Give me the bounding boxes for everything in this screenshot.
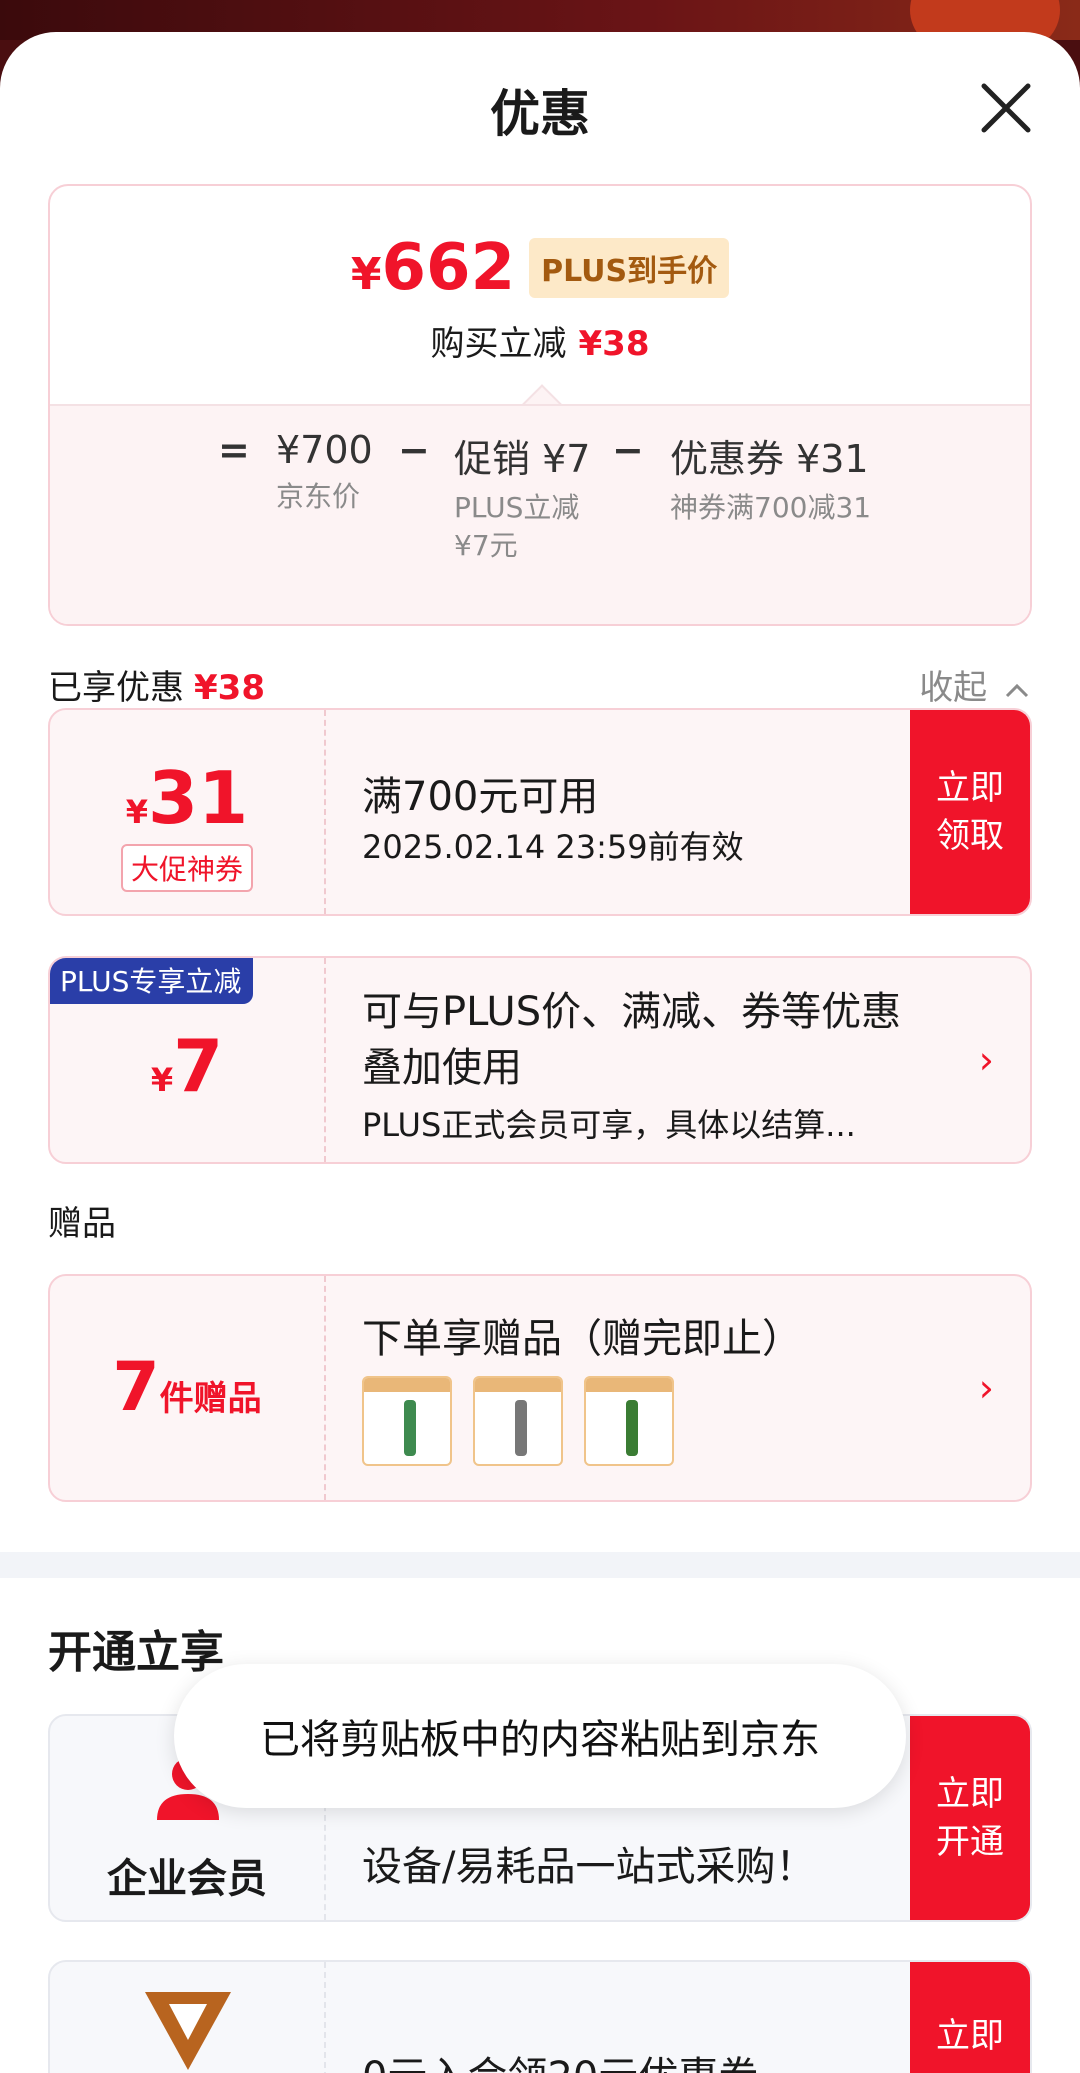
join-vip-button[interactable]: 立即 [910, 1962, 1030, 2073]
enjoyed-discount: 已享优惠 ¥38 [48, 668, 265, 708]
vip-logo-icon [145, 1992, 231, 2070]
price-summary-card: ¥662 PLUS到手价 购买立减 ¥38 = ¥700 京东价 − 促销 ¥7 … [48, 184, 1032, 626]
collapse-toggle[interactable]: 收起 [919, 660, 1030, 709]
plus-discount-card[interactable]: PLUS专享立减 ¥7 可与PLUS价、满减、券等优惠 叠加使用 PLUS正式会… [48, 956, 1032, 1164]
promo-discount: 促销 ¥7 PLUS立减 ¥7元 [454, 437, 591, 562]
plus-discount-amount: ¥7 [150, 1024, 224, 1108]
minus-sign: − [612, 428, 644, 472]
close-icon[interactable] [978, 80, 1034, 136]
chevron-up-icon [1005, 683, 1029, 698]
price-breakdown: = ¥700 京东价 − 促销 ¥7 PLUS立减 ¥7元 − 优惠券 ¥31 … [50, 404, 1030, 624]
coupon-type-tag: 大促神券 [120, 844, 253, 892]
coupon-amount: ¥31 [125, 756, 249, 840]
coupon-condition: 满700元可用 [362, 774, 599, 820]
reduce-row: 购买立减 ¥38 [430, 324, 650, 364]
gift-thumbnail [473, 1376, 564, 1466]
minus-sign: − [398, 428, 430, 472]
discount-sheet: 优惠 ¥662 PLUS到手价 购买立减 ¥38 = ¥700 京东价 − 促销 … [0, 32, 1080, 2073]
open-section-title: 开通立享 [48, 1627, 224, 1678]
gifts-card[interactable]: 7件赠品 下单享赠品（赠完即止） › [48, 1274, 1032, 1502]
plus-price-tag: PLUS到手价 [529, 238, 730, 298]
gift-thumbnail [584, 1376, 675, 1466]
coupon-expiry: 2025.02.14 23:59前有效 [362, 828, 744, 866]
vip-member-card: 0元入会领20元优惠券 立即 [48, 1960, 1032, 2073]
enterprise-label: 企业会员 [107, 1856, 267, 1902]
plus-discount-desc: PLUS正式会员可享，具体以结算... [362, 1106, 856, 1144]
chevron-right-icon: › [978, 1038, 994, 1082]
coupon-discount: 优惠券 ¥31 神券满700减31 [670, 437, 872, 524]
gift-thumbnail [362, 1376, 452, 1466]
plus-discount-title: 可与PLUS价、满减、券等优惠 叠加使用 [362, 989, 902, 1091]
vip-desc: 0元入会领20元优惠券 [362, 2044, 758, 2073]
gifts-section-label: 赠品 [48, 1204, 116, 1244]
claim-coupon-button[interactable]: 立即 领取 [910, 710, 1030, 914]
gifts-title: 下单享赠品（赠完即止） [362, 1316, 802, 1362]
section-divider [0, 1552, 1080, 1578]
coupon-card: ¥31 大促神券 满700元可用 2025.02.14 23:59前有效 立即领… [48, 708, 1032, 916]
chevron-right-icon: › [978, 1366, 994, 1410]
plus-exclusive-badge: PLUS专享立减 [50, 958, 254, 1004]
enterprise-desc: 设备/易耗品一站式采购！ [362, 1844, 816, 1890]
open-membership-button[interactable]: 立即 开通 [910, 1716, 1030, 1920]
equals-sign: = [218, 428, 250, 472]
sheet-title: 优惠 [490, 85, 590, 143]
jd-price: ¥700 京东价 [276, 428, 373, 513]
clipboard-toast: 已将剪贴板中的内容粘贴到京东 [174, 1664, 906, 1808]
final-price: ¥662 [350, 231, 516, 305]
gift-count: 7件赠品 [112, 1348, 262, 1427]
